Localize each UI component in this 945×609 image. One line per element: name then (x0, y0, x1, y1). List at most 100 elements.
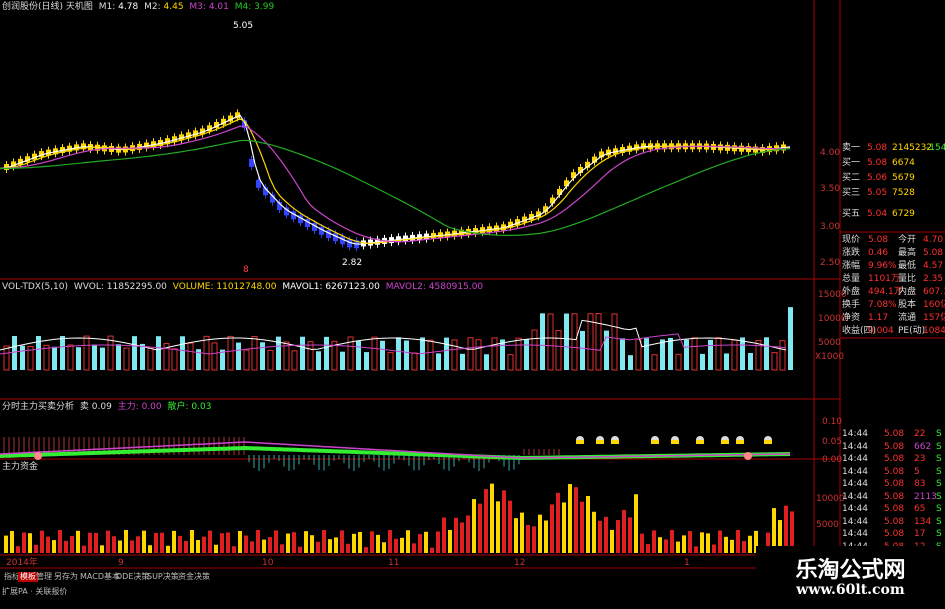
order-book-row: 买五 5.04 6729 (840, 208, 945, 220)
tick-row: 14:44 5.08 662 S (840, 441, 945, 453)
tick-price: 5.08 (884, 429, 905, 439)
tick-row: 14:44 5.08 17 S (840, 528, 945, 540)
capital-bar (718, 530, 722, 553)
volume-bar (628, 355, 633, 370)
quote-label: 外盘 (842, 287, 861, 297)
order-book-row: 买三 5.05 7528 (840, 187, 945, 199)
capital-bar (232, 546, 236, 553)
quote-value: 0.46 (868, 248, 889, 258)
volume-bar (140, 343, 145, 370)
quote-value: 5.08 (923, 248, 944, 258)
capital-bar (652, 530, 656, 553)
capital-bar (682, 535, 686, 553)
tick-price: 5.08 (884, 529, 905, 539)
signal-marker-base (596, 440, 604, 444)
capital-bar (658, 537, 662, 553)
capital-bar (496, 501, 500, 553)
stock-title: 创润股份(日线) 天机图 (2, 2, 93, 12)
capital-bar (646, 544, 650, 553)
volume-bar (427, 339, 434, 371)
capital-bar (130, 540, 134, 553)
stock-chart[interactable] (0, 0, 945, 609)
order-volume: 6729 (892, 209, 915, 219)
date-axis-label: 1 (684, 558, 690, 568)
tick-volume: 22 (914, 429, 926, 439)
tick-price: 5.08 (884, 516, 905, 527)
capital-bar (388, 530, 392, 553)
quote-value: 2.35 (923, 274, 944, 284)
capital-bar (442, 517, 446, 553)
capital-bar (154, 532, 158, 553)
tick-side: S (936, 479, 942, 489)
tick-row: 14:44 5.08 5 S (840, 466, 945, 478)
volume-bar (571, 313, 578, 371)
capital-bar (190, 530, 194, 553)
capital-bar (238, 530, 242, 553)
capital-bar (16, 546, 20, 553)
capital-bar (538, 514, 542, 553)
tick-time: 14:44 (842, 466, 868, 477)
price-axis-label: 3.00 (820, 222, 841, 232)
tab-save-as[interactable]: 另存为 (52, 572, 80, 582)
capital-bar (124, 530, 128, 553)
capital-bar (502, 490, 506, 553)
order-delta: -15417 (926, 143, 945, 153)
volume-bar (755, 339, 762, 371)
volume-bar (540, 313, 545, 370)
tick-time: 14:44 (842, 429, 868, 439)
date-axis-label: 12 (514, 558, 526, 568)
volume-bar (340, 351, 345, 370)
capital-bar (460, 522, 464, 553)
capital-bar (256, 530, 260, 553)
volume-bar (147, 347, 154, 371)
capital-bar (736, 530, 740, 553)
volume-bar (460, 353, 465, 370)
quote-label: 净资 (842, 313, 861, 323)
wvol-value: WVOL: 11852295.00 (73, 282, 167, 292)
signal-marker-base (696, 440, 704, 444)
volume-bar (267, 349, 274, 371)
capital-bar (340, 530, 344, 553)
capital-bar (544, 520, 548, 553)
capital-bar (490, 483, 494, 553)
volume-bar (300, 336, 305, 370)
quote-label: 涨跌 (842, 248, 861, 258)
m3-label: M3: (189, 2, 206, 12)
volume-bar (251, 336, 258, 371)
capital-bar (694, 546, 698, 553)
quote-value: 5.08 (868, 235, 889, 245)
capital-bar (88, 532, 92, 553)
tick-side: S (936, 491, 942, 502)
mavol2-value: MAVOL2: 4580915.00 (385, 282, 484, 292)
tick-row: 14:44 5.08 65 S (840, 503, 945, 515)
order-price: 5.06 (867, 173, 888, 183)
capital-bar (400, 537, 404, 553)
m4-label: M4: (234, 2, 252, 12)
tick-volume: 83 (914, 479, 926, 489)
quote-value: 1.17 (868, 313, 889, 323)
volume-bar (404, 340, 409, 370)
volume-bar (531, 329, 538, 371)
tab-manage[interactable]: 管理 (34, 572, 54, 582)
date-axis-label: 10 (262, 558, 274, 568)
tick-row: 14:44 5.08 23 S (840, 453, 945, 465)
capital-bar (58, 530, 62, 553)
order-price: 5.08 (867, 143, 888, 153)
capital-bar (298, 546, 302, 553)
tick-side: S (936, 504, 942, 514)
tick-volume: 23 (914, 454, 926, 464)
ind-axis-label: 0.10 (822, 417, 843, 427)
volume-bar (771, 352, 778, 371)
quote-label: PE(动) (898, 326, 926, 336)
m4-value: 3.99 (254, 2, 275, 12)
volume-bar (123, 347, 130, 371)
quote-row: 换手 7.08% 股本 160亿 (840, 299, 945, 311)
capital-bar (94, 532, 98, 553)
order-book-row: 买二 5.06 5679 (840, 172, 945, 184)
tick-price: 5.08 (884, 491, 905, 502)
quote-label: 总量 (842, 274, 861, 284)
tick-row: 14:44 5.08 22 S (840, 428, 945, 440)
watermark-title: 乐淘公式网 (795, 558, 906, 583)
capital-bar (334, 537, 338, 553)
tab-capital[interactable]: 资金决策 (176, 572, 212, 582)
